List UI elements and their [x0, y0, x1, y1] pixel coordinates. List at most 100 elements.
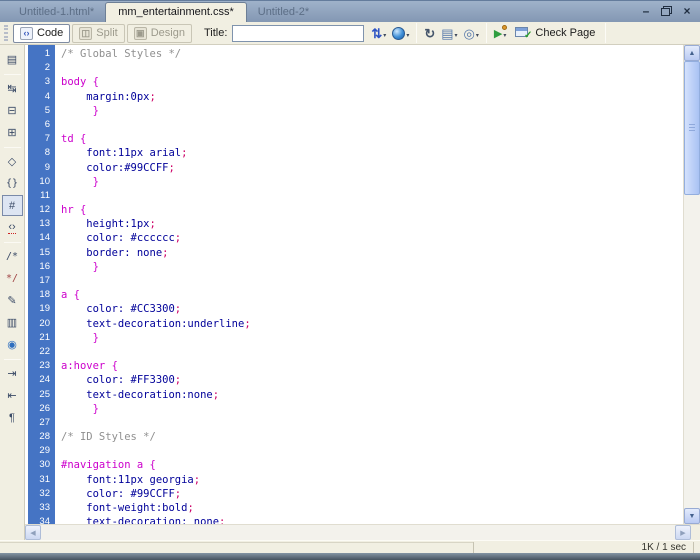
- split-view-button[interactable]: ◫ Split: [72, 24, 124, 43]
- line-text[interactable]: hr {: [55, 203, 86, 217]
- line-text[interactable]: text-decoration: none;: [55, 515, 225, 524]
- line-number[interactable]: 10: [28, 175, 55, 189]
- line-text[interactable]: [55, 118, 61, 132]
- check-page-button[interactable]: ✓ Check Page: [509, 23, 601, 43]
- line-number[interactable]: 3: [28, 75, 55, 89]
- line-text[interactable]: [55, 345, 61, 359]
- line-number[interactable]: 5: [28, 104, 55, 118]
- outdent-code-button[interactable]: ⇤: [2, 385, 23, 406]
- code-view-button[interactable]: ‹› Code: [13, 24, 70, 43]
- scroll-left-icon[interactable]: ◀: [25, 525, 41, 540]
- line-number[interactable]: 17: [28, 274, 55, 288]
- line-number[interactable]: 8: [28, 146, 55, 160]
- line-number[interactable]: 9: [28, 161, 55, 175]
- line-number[interactable]: 34: [28, 515, 55, 524]
- line-text[interactable]: color: #99CCFF;: [55, 487, 181, 501]
- line-numbers-button[interactable]: #: [2, 195, 23, 216]
- line-number[interactable]: 12: [28, 203, 55, 217]
- vertical-scroll-thumb[interactable]: [684, 61, 700, 195]
- line-number[interactable]: 1: [28, 47, 55, 61]
- select-parent-tag-button[interactable]: ◇: [2, 151, 23, 172]
- line-number[interactable]: 33: [28, 501, 55, 515]
- line-number[interactable]: 22: [28, 345, 55, 359]
- apply-comment-button[interactable]: /*: [2, 246, 23, 267]
- line-number[interactable]: 24: [28, 373, 55, 387]
- indent-code-button[interactable]: ⇥: [2, 363, 23, 384]
- line-number[interactable]: 18: [28, 288, 55, 302]
- line-number[interactable]: 19: [28, 302, 55, 316]
- line-text[interactable]: [55, 444, 61, 458]
- line-number[interactable]: 15: [28, 246, 55, 260]
- code-editor[interactable]: 1/* Global Styles */23body {4 margin:0px…: [25, 45, 683, 524]
- line-number[interactable]: 21: [28, 331, 55, 345]
- line-text[interactable]: [55, 61, 61, 75]
- wrap-tag-button[interactable]: ✎: [2, 290, 23, 311]
- line-number[interactable]: 4: [28, 90, 55, 104]
- line-number[interactable]: 6: [28, 118, 55, 132]
- horizontal-scrollbar[interactable]: ◀ ▶: [25, 524, 700, 540]
- line-number[interactable]: 7: [28, 132, 55, 146]
- horizontal-scroll-track[interactable]: [41, 525, 675, 540]
- line-text[interactable]: [55, 274, 61, 288]
- line-number[interactable]: 26: [28, 402, 55, 416]
- line-number[interactable]: 25: [28, 388, 55, 402]
- line-text[interactable]: font:11px georgia;: [55, 473, 200, 487]
- line-number[interactable]: 11: [28, 189, 55, 203]
- format-source-code-button[interactable]: ¶: [2, 407, 23, 428]
- line-text[interactable]: body {: [55, 75, 99, 89]
- line-number[interactable]: 28: [28, 430, 55, 444]
- collapse-selection-button[interactable]: ⊟: [2, 100, 23, 121]
- view-options-button[interactable]: ▤ ▾: [438, 23, 460, 43]
- open-documents-button[interactable]: ▤: [2, 49, 23, 70]
- preview-in-browser-button[interactable]: ▾: [389, 23, 412, 43]
- line-text[interactable]: color:#99CCFF;: [55, 161, 175, 175]
- expand-all-button[interactable]: ⊞: [2, 122, 23, 143]
- highlight-invalid-code-button[interactable]: ‹›: [2, 217, 23, 238]
- visual-aids-button[interactable]: ◎ ▾: [461, 23, 482, 43]
- collapse-full-tag-button[interactable]: ↹: [2, 78, 23, 99]
- line-text[interactable]: #navigation a {: [55, 458, 156, 472]
- design-view-button[interactable]: ▣ Design: [127, 24, 192, 43]
- scroll-up-icon[interactable]: ▲: [684, 45, 700, 61]
- line-text[interactable]: text-decoration:underline;: [55, 317, 251, 331]
- line-number[interactable]: 20: [28, 317, 55, 331]
- line-text[interactable]: }: [55, 260, 99, 274]
- tab-untitled-2[interactable]: Untitled-2*: [247, 3, 320, 22]
- tab-mm-entertainment-css[interactable]: mm_entertainment.css*: [105, 2, 247, 22]
- line-text[interactable]: font:11px arial;: [55, 146, 187, 160]
- line-text[interactable]: }: [55, 402, 99, 416]
- line-number[interactable]: 30: [28, 458, 55, 472]
- refresh-button[interactable]: ↻: [421, 23, 438, 43]
- line-number[interactable]: 16: [28, 260, 55, 274]
- line-text[interactable]: font-weight:bold;: [55, 501, 194, 515]
- line-number[interactable]: 2: [28, 61, 55, 75]
- validate-markup-button[interactable]: ▶ ▾: [491, 23, 509, 43]
- line-text[interactable]: [55, 189, 61, 203]
- remove-comment-button[interactable]: */: [2, 268, 23, 289]
- line-text[interactable]: }: [55, 331, 99, 345]
- line-text[interactable]: /* Global Styles */: [55, 47, 181, 61]
- line-text[interactable]: [55, 416, 61, 430]
- line-number[interactable]: 27: [28, 416, 55, 430]
- line-text[interactable]: text-decoration:none;: [55, 388, 219, 402]
- balance-braces-button[interactable]: {}: [2, 173, 23, 194]
- recent-snippets-button[interactable]: ▥: [2, 312, 23, 333]
- tab-untitled-1[interactable]: Untitled-1.html*: [8, 3, 105, 22]
- line-text[interactable]: margin:0px;: [55, 90, 156, 104]
- line-text[interactable]: }: [55, 104, 99, 118]
- line-number[interactable]: 14: [28, 231, 55, 245]
- line-text[interactable]: td {: [55, 132, 86, 146]
- toolbar-grip[interactable]: [4, 25, 8, 41]
- title-input[interactable]: [232, 25, 364, 42]
- line-text[interactable]: color: #cccccc;: [55, 231, 181, 245]
- scroll-right-icon[interactable]: ▶: [675, 525, 691, 540]
- line-text[interactable]: /* ID Styles */: [55, 430, 156, 444]
- line-number[interactable]: 29: [28, 444, 55, 458]
- vertical-scroll-track[interactable]: [684, 61, 700, 508]
- line-text[interactable]: }: [55, 175, 99, 189]
- file-management-button[interactable]: ⇅ ▾: [368, 23, 389, 43]
- line-text[interactable]: border: none;: [55, 246, 168, 260]
- scroll-down-icon[interactable]: ▼: [684, 508, 700, 524]
- line-text[interactable]: height:1px;: [55, 217, 156, 231]
- line-text[interactable]: a:hover {: [55, 359, 118, 373]
